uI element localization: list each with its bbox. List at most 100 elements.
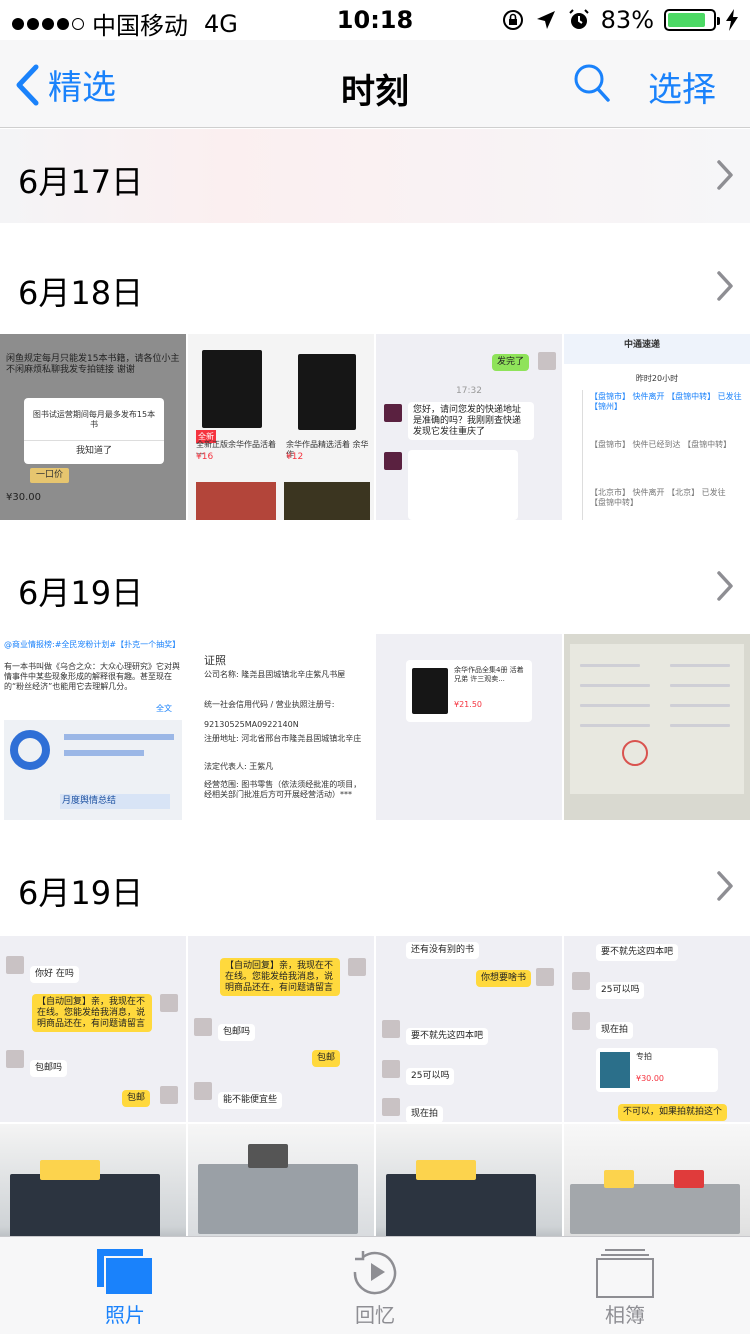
moment-date: 6月17日	[18, 163, 144, 201]
photo-thumbnail[interactable]: 余华作品全集4册 活着 兄弟 许三观卖... ¥21.50	[376, 634, 562, 820]
photo-grid-row: 你好 在吗 【自动回复】亲，我现在不在线。您能发给我消息，说明商品还在，有问题请…	[0, 936, 750, 1122]
photo-thumbnail[interactable]: 证照 公司名称: 隆尧县固城镇北辛庄紫凡书屋 统一社会信用代码 / 营业执照注册…	[188, 634, 374, 820]
photo-thumbnail[interactable]: 发完了 17:32 您好，请问您发的快递地址是准确的吗？我刚刚查快递发现它发往重…	[376, 334, 562, 520]
photo-thumbnail[interactable]: @商业情报榜:#全民宠粉计划#【扑克一个抽奖】 有一本书叫做《乌合之众：大众心理…	[0, 634, 186, 820]
chat-bubble-other: 现在拍	[406, 1106, 444, 1122]
moment-header[interactable]: 6月17日	[0, 129, 750, 223]
avatar	[572, 972, 590, 990]
chat-bubble-other: 包邮吗	[30, 1060, 68, 1077]
toy-image	[248, 1144, 288, 1168]
photo-thumbnail[interactable]: 还有没有别的书 你想要啥书 要不就先这四本吧 25可以吗 现在拍	[376, 936, 562, 1122]
tab-photos[interactable]: 照片	[0, 1237, 250, 1334]
status-right: 83%	[501, 6, 738, 34]
tracking-entry: 【北京市】 快件离开 【北京】 已发往 【盘锦中转】	[590, 488, 726, 507]
moment-header[interactable]: 6月18日	[0, 240, 750, 334]
chart-graphic	[64, 750, 144, 756]
chat-time: 17:32	[456, 386, 482, 396]
chat-bubble-me: 包邮	[122, 1090, 151, 1107]
avatar	[348, 958, 366, 976]
photo-thumbnail[interactable]: 【自动回复】亲，我现在不在线。您能发给我消息，说明商品还在，有问题请留言 包邮吗…	[188, 936, 374, 1122]
tab-memories[interactable]: 回忆	[250, 1237, 500, 1334]
document-line	[670, 724, 730, 727]
toy-image	[198, 1164, 358, 1234]
product-price: ¥21.50	[454, 700, 482, 709]
chart-graphic	[10, 730, 50, 770]
select-button[interactable]: 选择	[648, 62, 716, 111]
report-title: 月度舆情总结	[60, 794, 170, 810]
post-more-link: 全文	[156, 704, 172, 713]
alert-ok-button: 我知道了	[75, 446, 112, 456]
chat-bubble-other: 还有没有别的书	[406, 942, 480, 959]
tracking-entry: 【盘锦市】 快件离开 【盘锦中转】 已发往 【锦州】	[590, 392, 742, 411]
toy-image	[604, 1170, 634, 1188]
license-address: 注册地址: 河北省邢台市隆尧县固城镇北辛庄	[204, 734, 362, 743]
document-line	[580, 684, 650, 687]
chat-bubble-other: 要不就先这四本吧	[596, 944, 679, 961]
listing-text: 闲鱼规定每月只能发15本书籍，请各位小主不闲麻烦私聊我发专拍链接 谢谢	[6, 354, 180, 376]
status-bar: 中国移动 4G 10:18 83%	[0, 0, 750, 40]
chevron-right-icon	[717, 271, 733, 301]
avatar	[194, 1082, 212, 1100]
photo-thumbnail[interactable]: 中通速递 昨时20小时 【盘锦市】 快件离开 【盘锦中转】 已发往 【锦州】 【…	[564, 334, 750, 520]
photo-thumbnail[interactable]: 全新 全新正版余华作品活着一 ¥16 余华作品精选活着 余华作 ¥12	[188, 334, 374, 520]
avatar	[384, 404, 402, 422]
alert-text: 图书试运营期间每月最多发布15本书	[32, 410, 156, 429]
book-cover	[202, 350, 262, 428]
product-price: ¥30.00	[636, 1074, 664, 1083]
chat-bubble-other: 您好，请问您发的快递地址是准确的吗？我刚刚查快递发现它发往重庆了	[408, 402, 534, 441]
photo-thumbnail[interactable]: 你好 在吗 【自动回复】亲，我现在不在线。您能发给我消息，说明商品还在，有问题请…	[0, 936, 186, 1122]
tab-label: 照片	[105, 1303, 145, 1327]
chat-bubble-me: 【自动回复】亲，我现在不在线。您能发给我消息，说明商品还在，有问题请留言	[220, 958, 340, 997]
avatar	[382, 1020, 400, 1038]
listing-price: ¥30.00	[6, 492, 41, 503]
search-icon	[574, 64, 610, 102]
avatar	[160, 994, 178, 1012]
product-title: 余华作品全集4册 活着 兄弟 许三观卖...	[454, 666, 524, 683]
chart-graphic	[64, 734, 174, 740]
alert-dialog: 图书试运营期间每月最多发布15本书 我知道了	[24, 398, 164, 464]
avatar	[160, 1086, 178, 1104]
tab-albums[interactable]: 相簿	[500, 1237, 750, 1334]
avatar	[384, 452, 402, 470]
memories-play-icon	[353, 1251, 397, 1295]
timeline	[582, 390, 583, 520]
avatar	[194, 1018, 212, 1036]
chat-bubble-me: 【自动回复】亲，我现在不在线。您能发给我消息，说明商品还在，有问题请留言	[32, 994, 152, 1033]
red-seal-icon	[622, 740, 648, 766]
battery-fill	[668, 13, 705, 27]
product-image	[600, 1052, 630, 1088]
chat-bubble-other: 要不就先这四本吧	[406, 1028, 489, 1045]
avatar	[382, 1098, 400, 1116]
photo-thumbnail[interactable]: 闲鱼规定每月只能发15本书籍，请各位小主不闲麻烦私聊我发专拍链接 谢谢 图书试运…	[0, 334, 186, 520]
post-body: 有一本书叫做《乌合之众：大众心理研究》它对舆情事件中某些现象形成的解释很有趣。甚…	[4, 662, 180, 691]
chat-bubble-other: 现在拍	[596, 1022, 634, 1039]
photo-thumbnail[interactable]: 要不就先这四本吧 25可以吗 现在拍 专拍 ¥30.00 不可以，如果拍就拍这个	[564, 936, 750, 1122]
courier-name: 中通速递	[624, 340, 661, 350]
document-line	[670, 684, 730, 687]
toy-image	[40, 1160, 100, 1180]
product-title: 专拍	[636, 1052, 652, 1061]
tab-bar: 照片 回忆 相簿	[0, 1236, 750, 1334]
location-arrow-icon	[536, 11, 555, 29]
photo-thumbnail[interactable]	[564, 634, 750, 820]
chevron-right-icon	[717, 871, 733, 901]
price-type-button: 一口价	[30, 468, 70, 484]
avatar	[536, 968, 554, 986]
moment-header[interactable]: 6月19日	[0, 840, 750, 934]
chat-bubble-other: 25可以吗	[596, 982, 645, 999]
license-credit-label: 统一社会信用代码 / 营业执照注册号:	[204, 700, 335, 709]
document-photo	[570, 644, 744, 794]
book-price: ¥12	[286, 452, 304, 462]
tab-label: 回忆	[355, 1303, 395, 1327]
search-button[interactable]	[572, 62, 612, 108]
tab-label: 相簿	[605, 1303, 645, 1327]
book-cover	[298, 354, 356, 430]
battery-icon	[664, 9, 720, 31]
moment-header[interactable]: 6月19日	[0, 540, 750, 634]
photos-stack-icon	[97, 1249, 154, 1296]
post-headline: @商业情报榜:#全民宠粉计划#【扑克一个抽奖】	[4, 640, 181, 649]
avatar	[382, 1060, 400, 1078]
toy-image	[674, 1170, 704, 1188]
photo-grid-row: 闲鱼规定每月只能发15本书籍，请各位小主不闲麻烦私聊我发专拍链接 谢谢 图书试运…	[0, 334, 750, 520]
moment-date: 6月19日	[18, 874, 144, 912]
